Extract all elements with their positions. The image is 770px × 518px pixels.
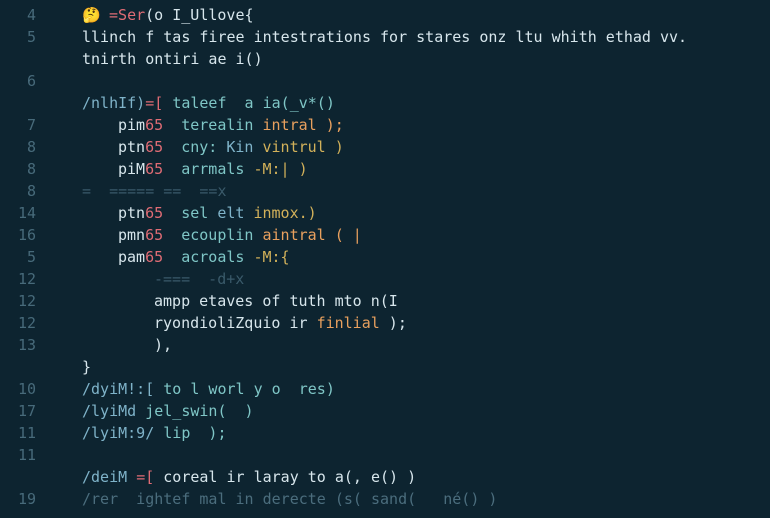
line-number: 8	[0, 158, 54, 180]
code-line: piM65 arrmals -M:| )	[82, 158, 770, 180]
code-line: ),	[82, 334, 770, 356]
line-number: 7	[0, 114, 54, 136]
line-number	[0, 92, 54, 114]
line-number-gutter: 456788814165121212131017111119	[0, 0, 54, 518]
code-line: /lyiM:9/ lip );	[82, 422, 770, 444]
code-line: 🤔 =Ser(o I_Ullove{	[82, 4, 770, 26]
line-number: 19	[0, 488, 54, 510]
thinking-icon: 🤔	[82, 4, 100, 26]
line-number	[0, 356, 54, 378]
line-number: 10	[0, 378, 54, 400]
line-number: 11	[0, 422, 54, 444]
code-line	[82, 70, 770, 92]
line-number: 12	[0, 312, 54, 334]
line-number: 14	[0, 202, 54, 224]
code-line: /rer ightef mal in derecte (s( sand( né(…	[82, 488, 770, 510]
line-number: 12	[0, 290, 54, 312]
code-line: /nlhIf)=[ taleef a ia(_v*()	[82, 92, 770, 114]
code-editor: 456788814165121212131017111119 🤔 =Ser(o …	[0, 0, 770, 518]
line-number: 8	[0, 136, 54, 158]
code-line: llinch f tas firee intestrations for sta…	[82, 26, 770, 48]
line-number: 4	[0, 4, 54, 26]
code-line: ptn65 cny: Kin vintrul )	[82, 136, 770, 158]
line-number	[0, 510, 54, 518]
line-number: 12	[0, 268, 54, 290]
line-number: 6	[0, 70, 54, 92]
code-line: ryondioliZquio ir finlial );	[82, 312, 770, 334]
code-line: /lyiMd jel_swin( )	[82, 400, 770, 422]
code-area[interactable]: 🤔 =Ser(o I_Ullove{llinch f tas firee int…	[54, 0, 770, 518]
line-number: 13	[0, 334, 54, 356]
line-number: 5	[0, 246, 54, 268]
line-number: 5	[0, 26, 54, 48]
code-line: ptn65 sel elt inmox.)	[82, 202, 770, 224]
code-line: tnirth ontiri ae i()	[82, 48, 770, 70]
code-line: = ===== == ==x	[82, 180, 770, 202]
line-number: 17	[0, 400, 54, 422]
code-line: pam65 acroals -M:{	[82, 246, 770, 268]
code-line: pim65 terealin intral );	[82, 114, 770, 136]
line-number: 8	[0, 180, 54, 202]
code-line: /dyiM!:[ to l worl y o res)	[82, 378, 770, 400]
code-line: ampp etaves of tuth mto n(I	[82, 290, 770, 312]
code-line: -=== -d+x	[82, 268, 770, 290]
code-line: pmn65 ecouplin aintral ( |	[82, 224, 770, 246]
line-number: 11	[0, 444, 54, 466]
code-line: /deiM =[ coreal ir laray to a(, e() )	[82, 466, 770, 488]
code-line	[82, 444, 770, 466]
line-number	[0, 48, 54, 70]
code-line: }	[82, 356, 770, 378]
line-number	[0, 466, 54, 488]
line-number: 16	[0, 224, 54, 246]
